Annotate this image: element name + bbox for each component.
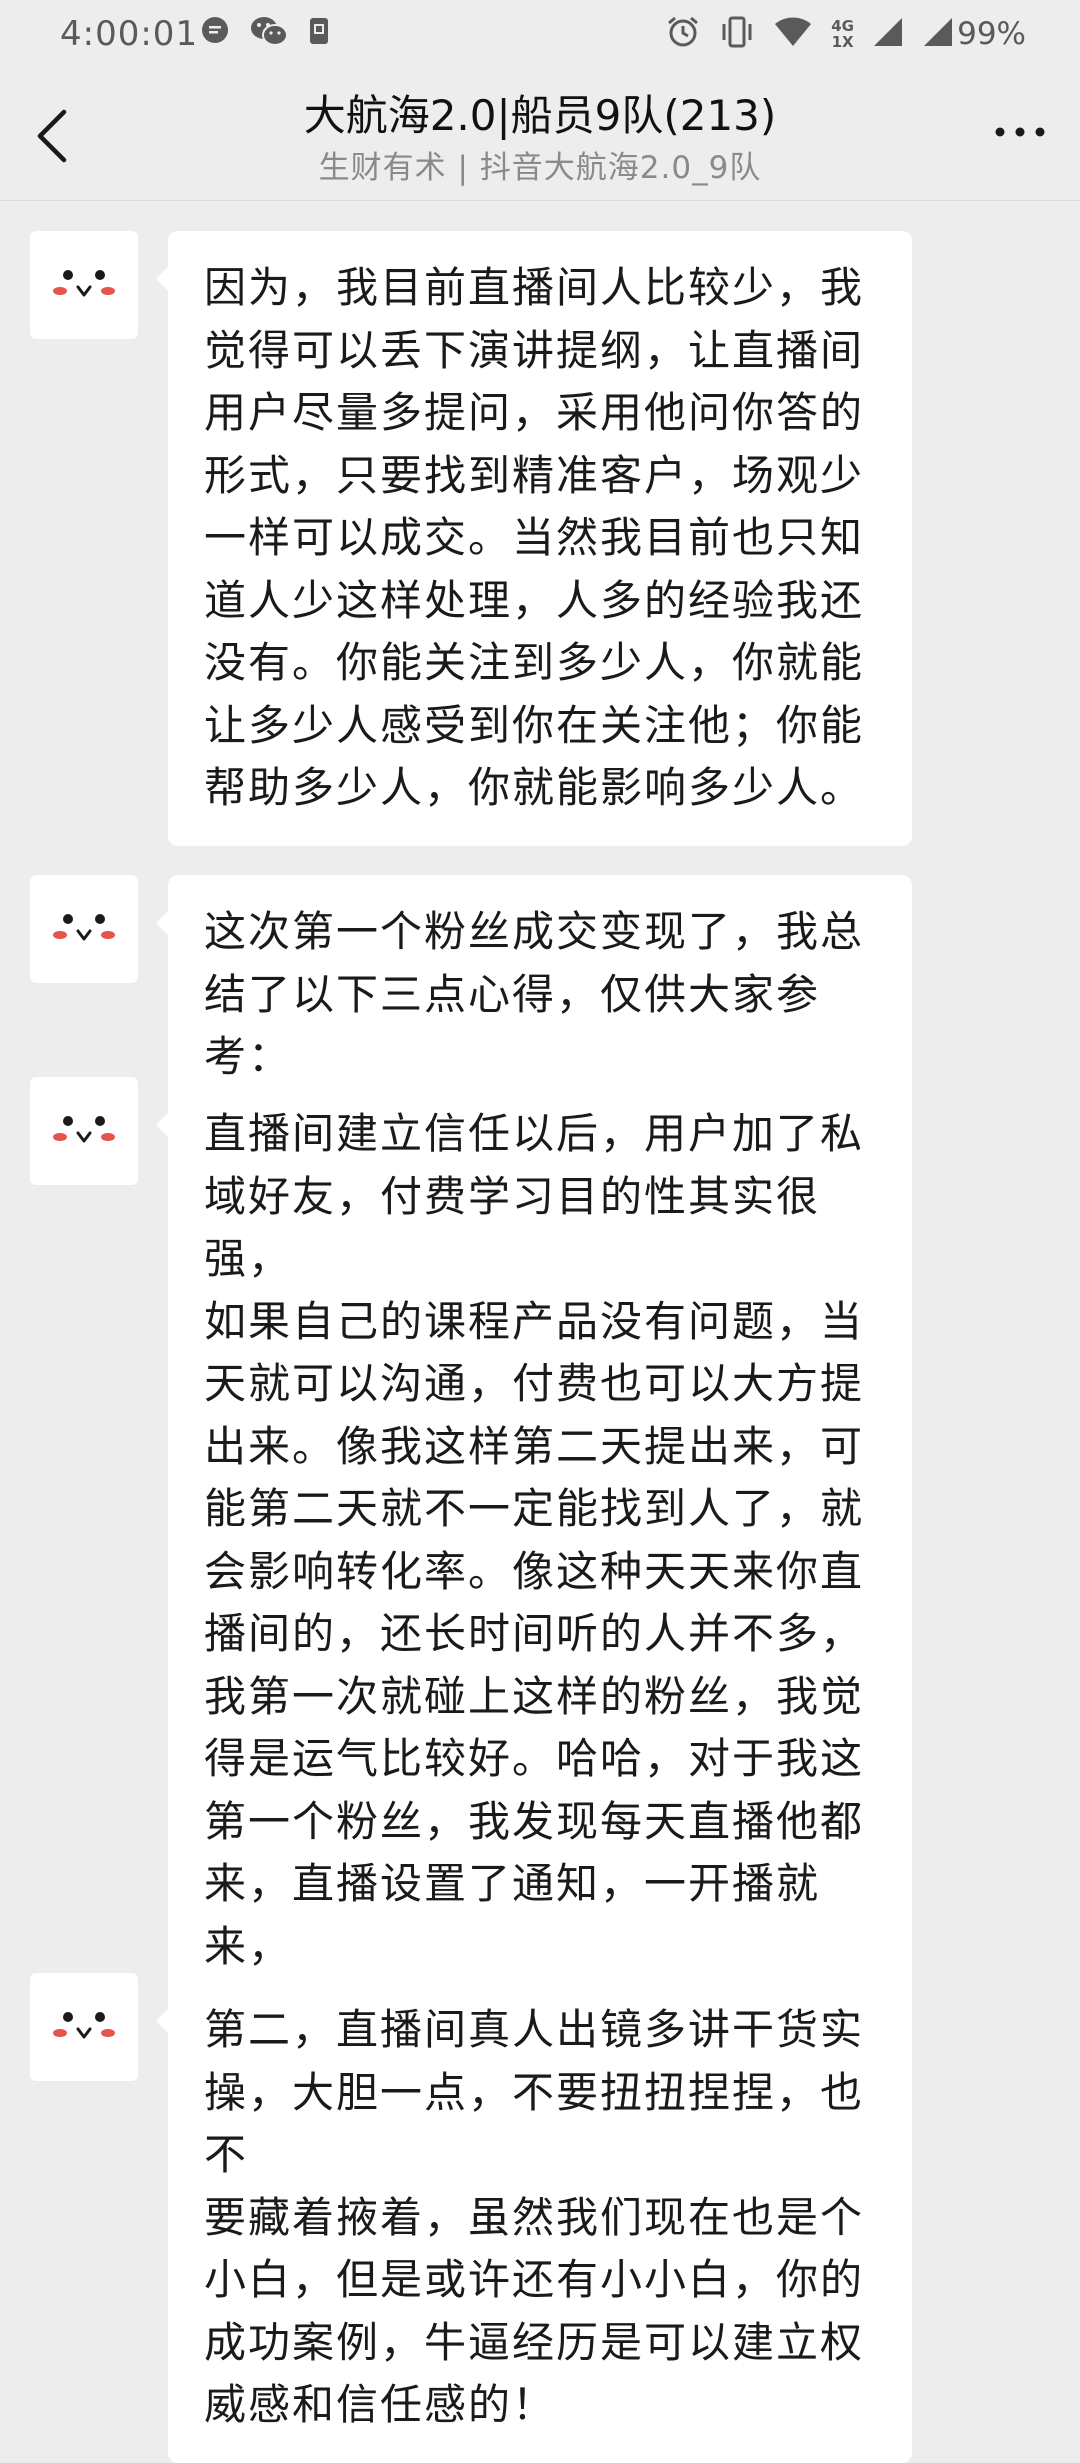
- chevron-left-icon: [37, 109, 67, 163]
- status-left-icons: [200, 16, 330, 50]
- chat-subtitle: 生财有术 | 抖音大航海2.0_9队: [318, 150, 762, 186]
- battery-level: 99%: [957, 16, 1026, 52]
- vibrate-icon: [719, 14, 755, 54]
- wechat-icon: [250, 16, 288, 50]
- status-time: 4:00:01: [60, 14, 199, 54]
- message-bubble[interactable]: 直播间建立信任以后，用户加了私 域好友，付费学习目的性其实很强， 如果自己的课程…: [156, 1077, 912, 2067]
- avatar[interactable]: [30, 875, 138, 983]
- panda-face-icon: [53, 270, 115, 297]
- phone-storage-icon: [308, 16, 330, 50]
- signal-icon-secondary: [922, 16, 954, 52]
- back-button[interactable]: [28, 104, 76, 168]
- panda-face-icon: [53, 1116, 115, 1143]
- message-bubble[interactable]: 因为，我目前直播间人比较少，我 觉得可以丢下演讲提纲，让直播间 用户尽量多提问，…: [156, 231, 912, 846]
- wifi-icon: [773, 16, 813, 52]
- panda-face-icon: [53, 914, 115, 941]
- message-bubble-icon: [200, 16, 230, 50]
- more-dots-icon: [995, 127, 1045, 137]
- panda-face-icon: [53, 2012, 115, 2039]
- more-button[interactable]: [990, 112, 1050, 152]
- chat-title: 大航海2.0|船员9队(213): [303, 91, 777, 140]
- message-bubble[interactable]: 第二，直播间真人出镜多讲干货实 操，大胆一点，不要扭扭捏捏，也不 要藏着掖着，虽…: [156, 1973, 912, 2463]
- avatar[interactable]: [30, 1077, 138, 1185]
- avatar[interactable]: [30, 1973, 138, 2081]
- network-type-label: 4G 1X: [831, 17, 854, 51]
- status-right-icons: 4G 1X: [665, 14, 954, 54]
- signal-icon: [872, 16, 904, 52]
- chat-header: 大航海2.0|船员9队(213) 生财有术 | 抖音大航海2.0_9队: [0, 72, 1080, 201]
- avatar[interactable]: [30, 231, 138, 339]
- status-bar: 4:00:01 4G 1X 99%: [0, 0, 1080, 72]
- alarm-icon: [665, 14, 701, 54]
